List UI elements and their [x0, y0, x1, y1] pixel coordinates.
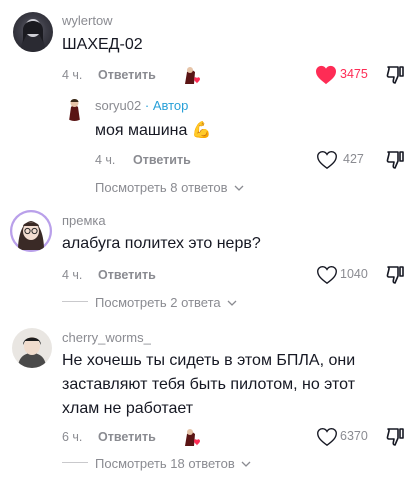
comment-text-line: хлам не работает [62, 400, 194, 417]
reply-button[interactable]: Ответить [98, 430, 156, 444]
author-badge: · Автор [144, 98, 189, 113]
reply-like-button[interactable]: 427 [316, 150, 376, 170]
like-button[interactable]: 3475 [315, 65, 375, 85]
comment-text-line: Не хочешь ты сидеть в этом БПЛА, они [62, 352, 356, 369]
reply-time: 4 ч. [95, 153, 116, 167]
reply-dislike-button[interactable] [385, 150, 405, 170]
comment-username[interactable]: премка [62, 213, 106, 228]
reply-text: моя машина [95, 122, 188, 139]
comment-time: 4 ч. [62, 68, 83, 82]
comment-text: алабуга политех это нерв? [62, 235, 261, 252]
creator-liked-avatar [180, 426, 202, 448]
thumbs-down-icon [386, 266, 404, 284]
dislike-button[interactable] [385, 427, 405, 447]
comment-text-line: заставляют тебя быть пилотом, но этот [62, 376, 356, 393]
chevron-down-icon [241, 461, 251, 467]
replies-divider [62, 301, 88, 302]
flexed-biceps-emoji: 💪 [191, 122, 212, 139]
thumbs-down-icon [386, 66, 404, 84]
like-button[interactable]: 1040 [316, 265, 378, 285]
like-count: 6370 [340, 429, 368, 443]
view-replies-label: Посмотреть 8 ответов [95, 180, 228, 195]
comment-text: ШАХЕД-02 [62, 36, 143, 53]
reply-avatar[interactable] [62, 96, 87, 121]
dislike-button[interactable] [385, 65, 405, 85]
thumbs-down-icon [386, 428, 404, 446]
view-replies-label: Посмотреть 2 ответа [95, 295, 221, 310]
reply-username[interactable]: soryu02 · Автор [95, 98, 188, 113]
comment-time: 6 ч. [62, 430, 83, 444]
view-replies-button[interactable]: Посмотреть 8 ответов [95, 179, 244, 197]
comment-time: 4 ч. [62, 268, 83, 282]
reply-reply-button[interactable]: Ответить [133, 153, 191, 167]
like-count: 1040 [340, 267, 368, 281]
reply-like-count: 427 [343, 152, 364, 166]
avatar[interactable] [13, 12, 53, 52]
reply-text-row: моя машина 💪 [95, 119, 212, 143]
heart-filled-icon [316, 65, 336, 85]
avatar[interactable] [10, 210, 52, 252]
comment-username[interactable]: cherry_worms_ [62, 330, 151, 345]
view-replies-button[interactable]: Посмотреть 2 ответа [95, 294, 237, 312]
avatar[interactable] [12, 328, 52, 368]
dislike-button[interactable] [385, 265, 405, 285]
heart-outline-icon [317, 150, 337, 170]
reply-button[interactable]: Ответить [98, 268, 156, 282]
like-button[interactable]: 6370 [316, 427, 378, 447]
thumbs-down-icon [386, 151, 404, 169]
like-count: 3475 [340, 67, 368, 81]
comment-username[interactable]: wylertow [62, 13, 113, 28]
reply-button[interactable]: Ответить [98, 68, 156, 82]
heart-outline-icon [317, 427, 337, 447]
heart-outline-icon [317, 265, 337, 285]
chevron-down-icon [227, 300, 237, 306]
view-replies-label: Посмотреть 18 ответов [95, 456, 235, 471]
creator-liked-avatar [180, 64, 202, 86]
chevron-down-icon [234, 185, 244, 191]
replies-divider [62, 462, 88, 463]
view-replies-button[interactable]: Посмотреть 18 ответов [95, 455, 251, 473]
reply-username-text[interactable]: soryu02 [95, 98, 141, 113]
